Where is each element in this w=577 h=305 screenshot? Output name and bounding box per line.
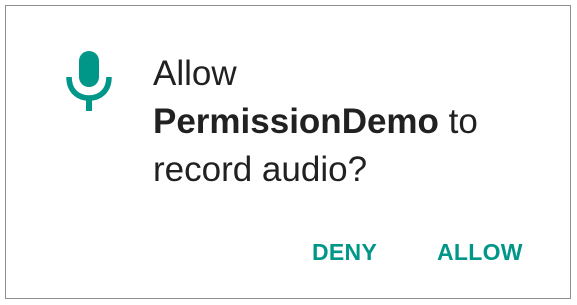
allow-button[interactable]: ALLOW <box>429 228 531 276</box>
dialog-actions: DENY ALLOW <box>6 228 570 276</box>
message-line-2: PermissionDemo to <box>153 98 553 146</box>
message-line-1: Allow <box>153 54 237 93</box>
permission-dialog: Allow PermissionDemo to record audio? DE… <box>5 5 571 299</box>
message-line-2-suffix: to <box>448 102 478 141</box>
permission-message: Allow PermissionDemo to record audio? <box>153 50 553 194</box>
microphone-icon <box>66 51 112 111</box>
app-name: PermissionDemo <box>153 102 439 141</box>
message-line-3: record audio? <box>153 150 368 189</box>
deny-button[interactable]: DENY <box>304 228 385 276</box>
